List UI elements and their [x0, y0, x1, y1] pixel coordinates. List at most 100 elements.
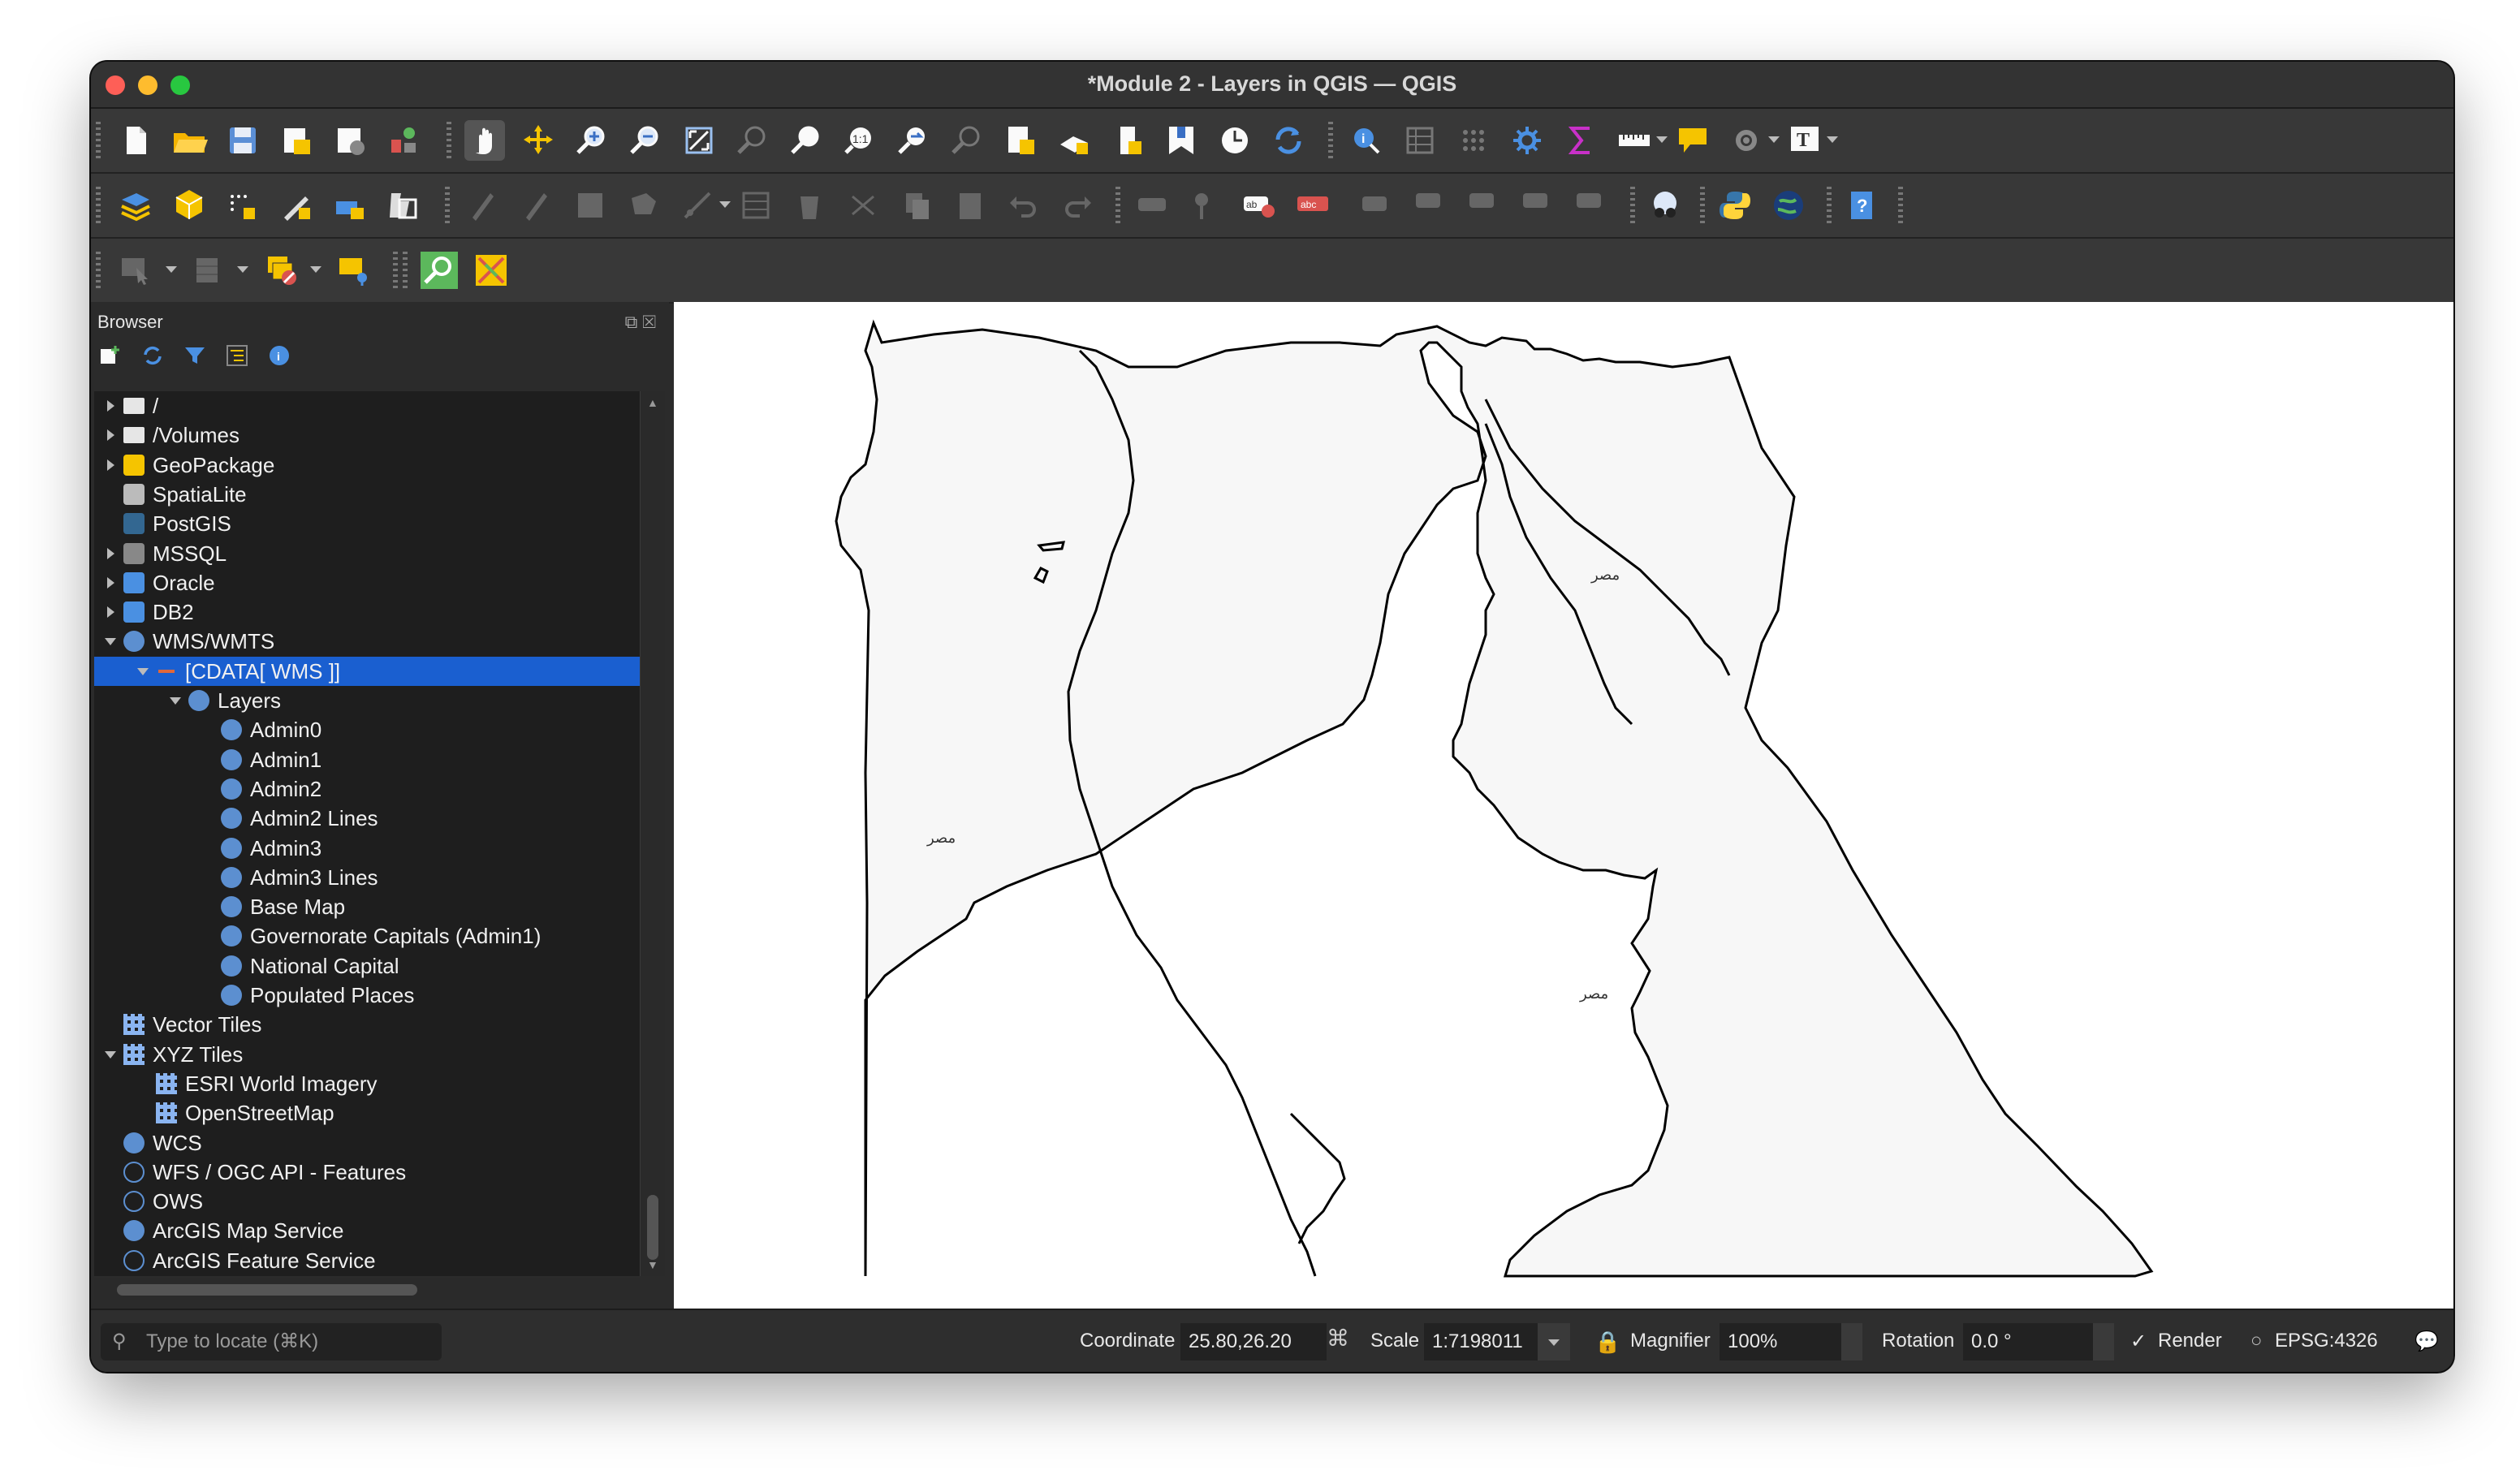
browser-tree-item[interactable]: /	[94, 391, 640, 420]
browser-tree-item[interactable]: Admin3 Lines	[94, 863, 640, 892]
browser-tree-item[interactable]: ESRI World Imagery	[94, 1069, 640, 1098]
toolbar-grip[interactable]	[447, 122, 451, 159]
chevron-right-icon[interactable]	[102, 420, 119, 450]
select-dropdown[interactable]	[166, 266, 177, 273]
zoom-native-icon[interactable]: 1:1	[839, 120, 880, 161]
browser-tree-item[interactable]: WMS/WMTS	[94, 627, 640, 656]
browser-tree-item[interactable]: Admin0	[94, 715, 640, 744]
chevron-right-icon[interactable]	[102, 391, 119, 420]
browser-tree-item[interactable]: Oracle	[94, 568, 640, 597]
lock-scale-icon[interactable]: 🔒	[1594, 1330, 1620, 1355]
select-by-location-icon[interactable]	[333, 250, 373, 291]
annotation-dropdown[interactable]	[1827, 136, 1838, 143]
deselect-icon[interactable]	[261, 250, 302, 291]
browser-tree-item[interactable]: GeoPackage	[94, 451, 640, 480]
label-toolbar-icon[interactable]	[1132, 185, 1172, 226]
chevron-right-icon[interactable]	[102, 597, 119, 627]
highlight-pinned-icon[interactable]	[1357, 185, 1398, 226]
map-canvas[interactable]: مصر مصر مصر	[674, 302, 2453, 1309]
rotation-field[interactable]: 0.0 °	[1963, 1323, 2093, 1360]
change-label-icon[interactable]	[1572, 185, 1612, 226]
browser-tree-item[interactable]: National Capital	[94, 951, 640, 981]
pan-to-selection-icon[interactable]	[518, 120, 559, 161]
select-features-icon[interactable]	[115, 250, 156, 291]
style-manager-icon[interactable]	[383, 120, 424, 161]
undo-icon[interactable]	[1003, 185, 1044, 226]
zoom-last-icon[interactable]	[893, 120, 934, 161]
float-panel-icon[interactable]: ⧉	[625, 312, 643, 332]
scale-field[interactable]: 1:7198011	[1424, 1323, 1538, 1360]
scroll-up-icon[interactable]: ▲	[647, 396, 658, 409]
browser-tree-item[interactable]: SpatiaLite	[94, 480, 640, 509]
chevron-down-icon[interactable]	[167, 686, 183, 715]
temp-scratch-layer-icon[interactable]	[383, 185, 424, 226]
toolbar-grip[interactable]	[1115, 187, 1120, 224]
copy-features-icon[interactable]	[896, 185, 937, 226]
pin-labels-icon[interactable]	[1185, 185, 1226, 226]
rotation-spinner[interactable]	[2093, 1323, 2114, 1360]
browser-horizontal-scrollbar[interactable]	[94, 1278, 640, 1300]
cut-features-icon[interactable]	[843, 185, 883, 226]
measure-dropdown[interactable]	[1656, 136, 1668, 143]
help-icon[interactable]: ?	[1841, 185, 1882, 226]
toolbar-grip[interactable]	[96, 187, 101, 224]
attribute-table-icon[interactable]	[1400, 120, 1440, 161]
collapse-all-icon[interactable]	[224, 343, 250, 369]
redo-icon[interactable]	[1057, 185, 1098, 226]
chevron-down-icon[interactable]	[102, 627, 119, 656]
mouse-toggle-icon[interactable]: ⌘	[1327, 1325, 1349, 1352]
map-layer[interactable]: مصر مصر مصر	[674, 302, 2453, 1309]
panel-window-buttons[interactable]: ⧉☒	[625, 312, 661, 333]
chevron-down-icon[interactable]	[102, 1040, 119, 1069]
magnifier-field[interactable]: 100%	[1720, 1323, 1841, 1360]
toolbar-grip[interactable]	[1827, 187, 1832, 224]
toggle-editing-icon[interactable]	[515, 185, 555, 226]
vertex-tool-icon[interactable]	[677, 185, 718, 226]
vertex-dropdown[interactable]	[719, 201, 731, 208]
rotate-label-icon[interactable]	[1518, 185, 1559, 226]
select-by-value-icon[interactable]	[188, 250, 229, 291]
map-tips-icon[interactable]	[1672, 120, 1713, 161]
actions-icon[interactable]	[1726, 120, 1767, 161]
close-panel-icon[interactable]: ☒	[642, 312, 661, 332]
browser-tree-item[interactable]: OWS	[94, 1187, 640, 1216]
field-calculator-icon[interactable]	[1453, 120, 1494, 161]
scroll-down-icon[interactable]: ▼	[647, 1258, 658, 1271]
data-source-manager-icon[interactable]	[115, 185, 156, 226]
layout-manager-icon[interactable]	[330, 120, 370, 161]
toolbar-grip[interactable]	[1700, 187, 1705, 224]
browser-tree-item[interactable]: [CDATA[ WMS ]]	[94, 656, 640, 686]
show-bookmarks-icon[interactable]	[1215, 120, 1255, 161]
magnifier-spinner[interactable]	[1841, 1323, 1862, 1360]
browser-scroll-thumb[interactable]	[647, 1195, 658, 1260]
new-bookmark-icon[interactable]	[1161, 120, 1202, 161]
browser-tree-item[interactable]: Admin1	[94, 745, 640, 774]
save-edits-icon[interactable]	[570, 185, 611, 226]
filter-icon[interactable]	[182, 343, 208, 369]
plugin-icon[interactable]	[1645, 185, 1685, 226]
messages-icon[interactable]: 💬	[2414, 1330, 2439, 1353]
new-project-icon[interactable]	[115, 120, 156, 161]
layer-diagram-icon[interactable]: abc	[1292, 185, 1333, 226]
add-selected-layers-icon[interactable]	[97, 343, 123, 369]
browser-tree-item[interactable]: DB2	[94, 597, 640, 627]
temporal-controller-icon[interactable]	[1107, 120, 1148, 161]
show-hide-labels-icon[interactable]	[1411, 185, 1452, 226]
toolbar-grip[interactable]	[445, 187, 450, 224]
georeferencer-icon[interactable]	[471, 250, 511, 291]
identify-icon[interactable]: i	[1346, 120, 1387, 161]
modify-attributes-icon[interactable]	[736, 185, 776, 226]
new-virtual-layer-icon[interactable]	[222, 185, 263, 226]
new-3d-map-icon[interactable]	[1054, 120, 1094, 161]
browser-tree-item[interactable]: ArcGIS Map Service	[94, 1216, 640, 1245]
browser-vertical-scrollbar[interactable]: ▲ ▼	[640, 391, 665, 1276]
browser-tree-item[interactable]: OpenStreetMap	[94, 1098, 640, 1128]
digitize-polygon-icon[interactable]	[624, 185, 664, 226]
browser-tree-item[interactable]: WFS / OGC API - Features	[94, 1158, 640, 1187]
zoom-in-icon[interactable]	[572, 120, 612, 161]
refresh-icon[interactable]	[140, 343, 166, 369]
edits-icon[interactable]	[461, 185, 502, 226]
new-map-view-icon[interactable]	[1000, 120, 1041, 161]
browser-tree-item[interactable]: MSSQL	[94, 539, 640, 568]
toolbar-grip[interactable]	[96, 122, 101, 159]
